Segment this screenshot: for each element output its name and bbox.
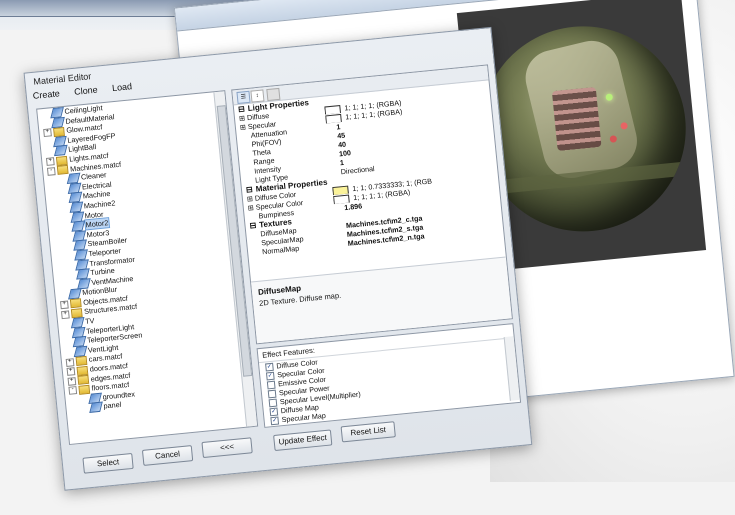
material-icon (89, 402, 103, 414)
menu-load[interactable]: Load (112, 81, 133, 93)
menu-clone[interactable]: Clone (74, 85, 98, 97)
cancel-button[interactable]: Cancel (141, 445, 194, 466)
expand-icon[interactable]: + (45, 157, 55, 166)
material-tree[interactable]: CeilingLight DefaultMaterial + Glow.matcf La… (36, 90, 259, 446)
collapse-icon[interactable]: - (68, 386, 78, 396)
collapse-icon[interactable]: - (46, 166, 56, 176)
tilted-screenshot: x Material Editor Create Clone Load Ceil… (0, 0, 735, 515)
property-grid[interactable]: ☰ ↕ ⊟ Light Properties ⊞ Diffuse 1; 1; 1; 1… (231, 64, 513, 345)
menu-create[interactable]: Create (32, 88, 60, 101)
expand-icon[interactable]: + (60, 309, 70, 319)
sphere-keypad-texture (551, 86, 602, 151)
expand-icon[interactable]: + (60, 300, 69, 310)
update-effect-button[interactable]: Update Effect (273, 429, 333, 452)
expand-icon[interactable]: + (65, 357, 75, 367)
categorized-icon[interactable]: ☰ (236, 90, 251, 104)
material-editor-window: Material Editor Create Clone Load Ceilin… (23, 26, 533, 491)
expand-icon[interactable]: + (67, 376, 77, 386)
tree-item-label: panel (103, 400, 122, 411)
checkbox[interactable]: ✓ (270, 416, 280, 426)
property-value-text: 1.896 (343, 201, 363, 213)
expand-icon[interactable]: + (66, 367, 76, 377)
back-button[interactable]: <<< (201, 437, 253, 459)
window-title: Material Editor (32, 71, 92, 87)
sort-icon[interactable]: ↕ (250, 89, 265, 103)
tree-item-label: TV (84, 316, 95, 326)
select-button[interactable]: Select (82, 452, 134, 474)
property-pages-icon[interactable] (266, 87, 281, 102)
reset-list-button[interactable]: Reset List (340, 421, 396, 443)
property-rows: ⊟ Light Properties ⊞ Diffuse 1; 1; 1; 1; (R… (234, 80, 504, 257)
expand-icon[interactable]: + (43, 128, 52, 138)
